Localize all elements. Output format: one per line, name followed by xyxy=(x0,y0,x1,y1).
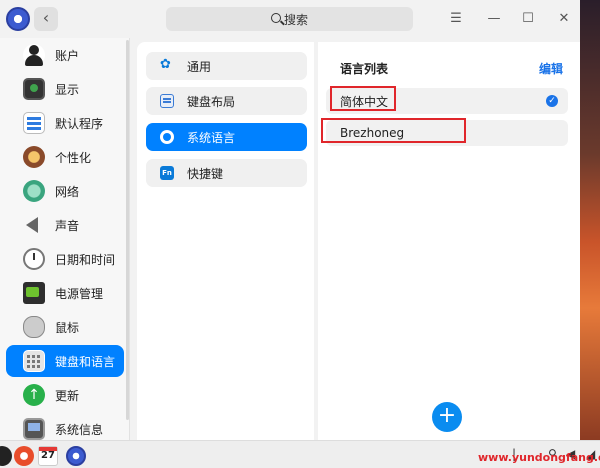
desktop-wallpaper xyxy=(580,0,600,440)
check-icon: ✓ xyxy=(546,95,558,107)
submenu-panel: 通用 键盘布局 系统语言 Fn 快捷键 xyxy=(137,42,314,440)
keyboard-layout-icon xyxy=(160,94,174,108)
account-icon xyxy=(23,44,45,66)
sidebar-item-network[interactable]: 网络 xyxy=(6,175,124,207)
battery-icon xyxy=(23,282,45,304)
mouse-icon xyxy=(23,316,45,338)
sidebar-item-label: 默认程序 xyxy=(55,116,104,131)
language-list-panel: 语言列表 编辑 简体中文 ✓ Brezhoneg + xyxy=(318,42,580,440)
add-language-button[interactable]: + xyxy=(432,402,462,432)
search-box[interactable]: 搜索 xyxy=(166,7,413,31)
sidebar-item-label: 声音 xyxy=(55,218,80,233)
general-icon xyxy=(160,57,174,73)
sidebar-item-label: 更新 xyxy=(55,388,80,403)
display-icon xyxy=(23,78,45,100)
sidebar-item-label: 网络 xyxy=(55,184,80,199)
search-icon xyxy=(270,13,281,23)
highlight-box xyxy=(330,86,396,111)
sidebar-scrollbar[interactable] xyxy=(126,40,129,420)
title-bar: ‹ 搜索 ☰ — ☐ ✕ xyxy=(0,0,580,38)
edit-button[interactable]: 编辑 xyxy=(539,60,563,77)
sidebar-item-update[interactable]: 更新 xyxy=(6,379,124,411)
submenu-item-label: 快捷键 xyxy=(187,166,224,181)
sidebar-item-label: 键盘和语言 xyxy=(55,354,116,369)
submenu-item-label: 系统语言 xyxy=(187,130,236,145)
music-player-icon[interactable] xyxy=(14,446,34,466)
system-info-icon xyxy=(23,418,45,440)
submenu-item-system-language[interactable]: 系统语言 xyxy=(146,123,307,151)
control-center-icon[interactable] xyxy=(66,446,86,466)
submenu-item-label: 键盘布局 xyxy=(187,94,236,109)
language-list-title: 语言列表 xyxy=(340,62,389,76)
submenu-item-label: 通用 xyxy=(187,59,212,74)
sidebar-item-keyboard-language[interactable]: 键盘和语言 xyxy=(6,345,124,377)
maximize-icon[interactable]: ☐ xyxy=(518,9,538,29)
sidebar-item-label: 显示 xyxy=(55,82,80,97)
clock-icon xyxy=(23,248,45,270)
submenu-item-general[interactable]: 通用 xyxy=(146,52,307,80)
sidebar-item-label: 电源管理 xyxy=(55,286,104,301)
search-label: 搜索 xyxy=(283,12,308,27)
sidebar-item-personalization[interactable]: 个性化 xyxy=(6,141,124,173)
control-center-logo-icon xyxy=(6,7,30,31)
language-icon xyxy=(160,130,174,144)
sidebar-item-power[interactable]: 电源管理 xyxy=(6,277,124,309)
shortcut-icon: Fn xyxy=(160,166,174,180)
default-apps-icon xyxy=(23,112,45,134)
highlight-box xyxy=(321,118,466,143)
sidebar-item-sound[interactable]: 声音 xyxy=(6,209,124,241)
sound-icon xyxy=(23,214,45,236)
back-button[interactable]: ‹ xyxy=(34,7,58,31)
close-icon[interactable]: ✕ xyxy=(554,9,574,29)
sidebar-item-label: 日期和时间 xyxy=(55,252,116,267)
submenu-item-keyboard-layout[interactable]: 键盘布局 xyxy=(146,87,307,115)
launcher-icon[interactable] xyxy=(0,446,12,466)
minimize-icon[interactable]: — xyxy=(484,9,504,29)
menu-icon[interactable]: ☰ xyxy=(446,9,466,29)
keyboard-icon xyxy=(23,350,45,372)
settings-window: ‹ 搜索 ☰ — ☐ ✕ 账户 显示 默认程序 个性化 网络 声音 日期和时间 … xyxy=(0,0,580,440)
sidebar-item-mouse[interactable]: 鼠标 xyxy=(6,311,124,343)
sidebar-item-datetime[interactable]: 日期和时间 xyxy=(6,243,124,275)
network-icon xyxy=(23,180,45,202)
sidebar-item-default-apps[interactable]: 默认程序 xyxy=(6,107,124,139)
watermark-text: www.yundongfang.com xyxy=(478,451,600,464)
sidebar-item-account[interactable]: 账户 xyxy=(6,39,124,71)
sidebar-item-label: 鼠标 xyxy=(55,320,80,335)
update-icon xyxy=(23,384,45,406)
sidebar-item-label: 账户 xyxy=(55,48,80,63)
sidebar-item-label: 个性化 xyxy=(55,150,92,165)
submenu-item-shortcuts[interactable]: Fn 快捷键 xyxy=(146,159,307,187)
sidebar-item-label: 系统信息 xyxy=(55,422,104,437)
personalization-icon xyxy=(23,146,45,168)
calendar-icon[interactable]: 27 xyxy=(38,446,58,466)
sidebar: 账户 显示 默认程序 个性化 网络 声音 日期和时间 电源管理 鼠标 键盘和语言… xyxy=(0,38,130,440)
sidebar-item-display[interactable]: 显示 xyxy=(6,73,124,105)
